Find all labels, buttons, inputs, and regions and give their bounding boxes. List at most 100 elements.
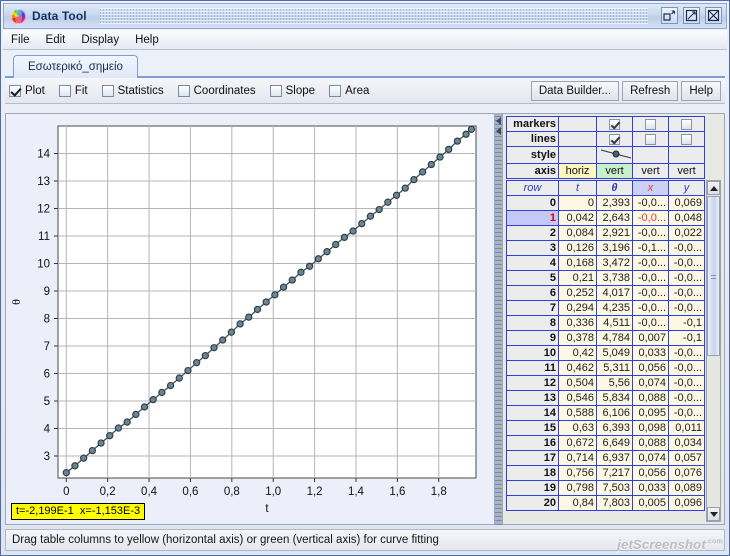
cell-θ[interactable]: 3,738 xyxy=(596,270,633,286)
cell-x[interactable]: 0,095 xyxy=(632,405,669,421)
table-row[interactable]: 2 0,084 2,921 -0,0... 0,022 xyxy=(506,225,705,241)
markers-cell-theta[interactable] xyxy=(596,116,633,132)
row-index-cell[interactable]: 15 xyxy=(506,420,559,436)
cell-y[interactable]: -0,0... xyxy=(668,270,705,286)
table-row[interactable]: 11 0,462 5,311 0,056 -0,0... xyxy=(506,360,705,376)
table-row[interactable]: 1 0,042 2,643 -0,0... 0,048 xyxy=(506,210,705,226)
column-header-theta[interactable]: θ xyxy=(596,180,633,196)
checkbox-statistics[interactable]: Statistics xyxy=(101,84,164,97)
cell-x[interactable]: 0,005 xyxy=(632,495,669,511)
table-row[interactable]: 18 0,756 7,217 0,056 0,076 xyxy=(506,465,705,481)
cell-t[interactable]: 0,168 xyxy=(558,255,597,271)
cell-y[interactable]: 0,089 xyxy=(668,480,705,496)
table-row[interactable]: 6 0,252 4,017 -0,0... -0,0... xyxy=(506,285,705,301)
cell-θ[interactable]: 5,56 xyxy=(596,375,633,391)
cell-y[interactable]: 0,069 xyxy=(668,195,705,211)
table-row[interactable]: 15 0,63 6,393 0,098 0,011 xyxy=(506,420,705,436)
column-header-x[interactable]: x xyxy=(632,180,669,196)
cell-t[interactable]: 0,588 xyxy=(558,405,597,421)
cell-θ[interactable]: 4,017 xyxy=(596,285,633,301)
menu-item-file[interactable]: File xyxy=(11,32,39,48)
close-button[interactable] xyxy=(705,7,722,24)
cell-x[interactable]: -0,1... xyxy=(632,240,669,256)
checkbox-slope[interactable]: Slope xyxy=(269,84,315,97)
cell-x[interactable]: -0,0... xyxy=(632,195,669,211)
cell-t[interactable]: 0,798 xyxy=(558,480,597,496)
cell-θ[interactable]: 6,106 xyxy=(596,405,633,421)
cell-t[interactable]: 0,462 xyxy=(558,360,597,376)
cell-t[interactable]: 0,63 xyxy=(558,420,597,436)
cell-y[interactable]: -0,1 xyxy=(668,330,705,346)
plot-canvas[interactable]: 0 0,2 0,4 0,6 0,8 1,0 1,2 1,4 1,6 1,8 3 4 5 6 7 8 9 10 11 1… xyxy=(6,114,494,525)
cell-θ[interactable]: 7,803 xyxy=(596,495,633,511)
row-index-cell[interactable]: 17 xyxy=(506,450,559,466)
help-button[interactable]: Help xyxy=(681,80,721,101)
cell-y[interactable]: -0,0... xyxy=(668,360,705,376)
style-cell-theta[interactable] xyxy=(596,146,633,164)
row-index-cell[interactable]: 16 xyxy=(506,435,559,451)
tab-esoteriko-simeio[interactable]: Εσωτερικό_σημείο xyxy=(13,55,138,78)
cell-t[interactable]: 0,336 xyxy=(558,315,597,331)
column-header-t[interactable]: t xyxy=(558,180,597,196)
cell-x[interactable]: -0,0... xyxy=(632,210,669,226)
axis-cell-y[interactable]: vert xyxy=(668,163,705,179)
table-row[interactable]: 19 0,798 7,503 0,033 0,089 xyxy=(506,480,705,496)
cell-θ[interactable]: 6,649 xyxy=(596,435,633,451)
cell-x[interactable]: -0,0... xyxy=(632,225,669,241)
checkbox-fit[interactable]: Fit xyxy=(58,84,88,97)
cell-t[interactable]: 0,042 xyxy=(558,210,597,226)
axis-cell-x[interactable]: vert xyxy=(632,163,669,179)
table-row[interactable]: 12 0,504 5,56 0,074 -0,0... xyxy=(506,375,705,391)
lines-cell-t[interactable] xyxy=(558,131,597,147)
cell-y[interactable]: -0,0... xyxy=(668,375,705,391)
collapse-left-icon[interactable] xyxy=(496,117,501,125)
cell-x[interactable]: 0,007 xyxy=(632,330,669,346)
row-index-cell[interactable]: 13 xyxy=(506,390,559,406)
cell-y[interactable]: 0,048 xyxy=(668,210,705,226)
cell-x[interactable]: 0,074 xyxy=(632,450,669,466)
cell-t[interactable]: 0,42 xyxy=(558,345,597,361)
cell-t[interactable]: 0,126 xyxy=(558,240,597,256)
cell-x[interactable]: -0,0... xyxy=(632,270,669,286)
row-index-cell[interactable]: 8 xyxy=(506,315,559,331)
style-cell-x[interactable] xyxy=(632,146,669,164)
table-row[interactable]: 10 0,42 5,049 0,033 -0,0... xyxy=(506,345,705,361)
cell-θ[interactable]: 4,511 xyxy=(596,315,633,331)
table-row[interactable]: 4 0,168 3,472 -0,0... -0,0... xyxy=(506,255,705,271)
collapse-right-icon[interactable] xyxy=(496,127,501,135)
cell-t[interactable]: 0,672 xyxy=(558,435,597,451)
cell-y[interactable]: -0,0... xyxy=(668,285,705,301)
cell-t[interactable]: 0,21 xyxy=(558,270,597,286)
maximize-button[interactable] xyxy=(683,7,700,24)
cell-θ[interactable]: 7,217 xyxy=(596,465,633,481)
cell-θ[interactable]: 5,834 xyxy=(596,390,633,406)
cell-t[interactable]: 0,546 xyxy=(558,390,597,406)
cell-y[interactable]: 0,057 xyxy=(668,450,705,466)
cell-y[interactable]: 0,011 xyxy=(668,420,705,436)
cell-x[interactable]: 0,056 xyxy=(632,360,669,376)
data-builder-button[interactable]: Data Builder... xyxy=(530,80,620,101)
row-index-cell[interactable]: 1 xyxy=(506,210,559,226)
cell-θ[interactable]: 5,049 xyxy=(596,345,633,361)
cell-x[interactable]: -0,0... xyxy=(632,285,669,301)
cell-y[interactable]: -0,0... xyxy=(668,300,705,316)
axis-cell-theta[interactable]: vert xyxy=(596,163,633,179)
cell-x[interactable]: 0,056 xyxy=(632,465,669,481)
cell-θ[interactable]: 2,921 xyxy=(596,225,633,241)
lines-cell-x[interactable] xyxy=(632,131,669,147)
column-header-row[interactable]: row xyxy=(506,180,559,196)
table-row[interactable]: 13 0,546 5,834 0,088 -0,0... xyxy=(506,390,705,406)
cell-θ[interactable]: 3,196 xyxy=(596,240,633,256)
cell-y[interactable]: -0,1 xyxy=(668,315,705,331)
row-index-cell[interactable]: 18 xyxy=(506,465,559,481)
cell-t[interactable]: 0 xyxy=(558,195,597,211)
scroll-up-button[interactable] xyxy=(707,181,720,195)
cell-x[interactable]: 0,098 xyxy=(632,420,669,436)
row-index-cell[interactable]: 12 xyxy=(506,375,559,391)
markers-cell-y[interactable] xyxy=(668,116,705,132)
row-index-cell[interactable]: 11 xyxy=(506,360,559,376)
cell-θ[interactable]: 2,393 xyxy=(596,195,633,211)
markers-cell-t[interactable] xyxy=(558,116,597,132)
cell-y[interactable]: 0,022 xyxy=(668,225,705,241)
table-row[interactable]: 8 0,336 4,511 -0,0... -0,1 xyxy=(506,315,705,331)
